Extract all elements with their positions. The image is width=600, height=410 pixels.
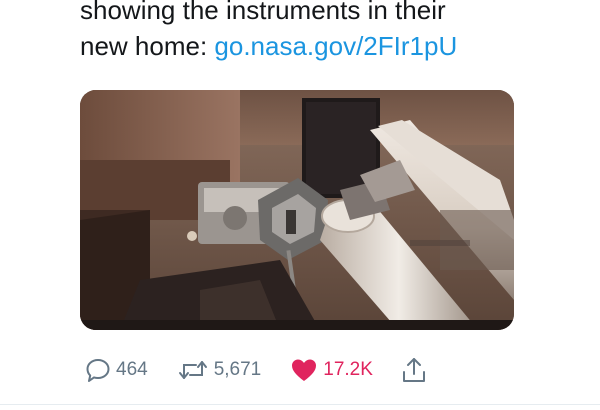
share-upload-icon — [402, 358, 425, 382]
tweet-text-line-2: new home: go.nasa.gov/2FIr1pU — [80, 28, 580, 64]
reply-button[interactable]: 464 — [84, 356, 148, 384]
speech-bubble-icon — [86, 359, 110, 382]
retweet-count: 5,671 — [213, 359, 262, 380]
reply-count: 464 — [116, 359, 148, 380]
like-count: 17.2K — [323, 359, 373, 380]
heart-icon — [292, 359, 317, 381]
tweet-divider — [0, 404, 600, 405]
retweet-arrows-icon — [178, 361, 207, 379]
share-button[interactable] — [399, 355, 429, 385]
tweet-text-line-2-prefix: new home: — [80, 31, 215, 61]
tweet-card: showing the instruments in their new hom… — [0, 0, 600, 410]
tweet-photo[interactable] — [80, 90, 514, 330]
mars-lander-photo — [80, 90, 514, 330]
tweet-text: showing the instruments in their new hom… — [80, 0, 580, 64]
tweet-actions: 464 5,671 17.2K — [80, 352, 520, 388]
like-button[interactable]: 17.2K — [289, 356, 373, 384]
tweet-text-line-1: showing the instruments in their — [80, 0, 446, 25]
tweet-link[interactable]: go.nasa.gov/2FIr1pU — [214, 31, 457, 61]
retweet-button[interactable]: 5,671 — [176, 356, 262, 384]
